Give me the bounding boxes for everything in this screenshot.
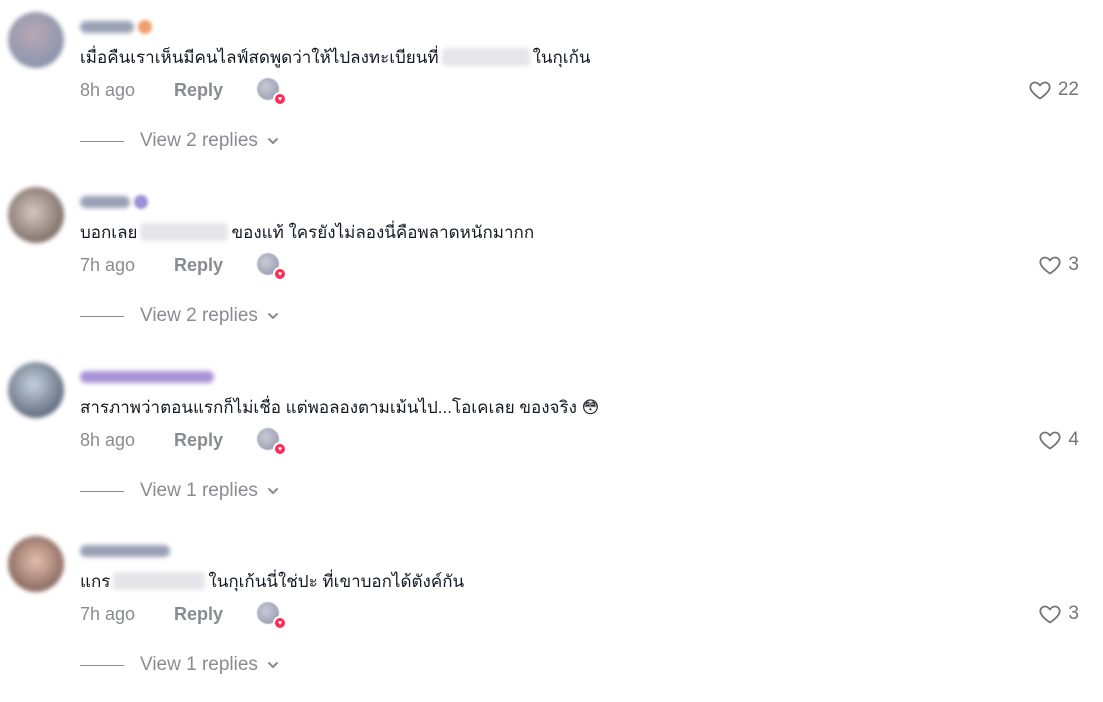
creator-liked-badge-icon: ♥ [257,78,288,106]
timestamp: 7h ago [80,254,136,275]
comment-meta: 8h ago Reply ♥ [80,426,288,456]
reply-button[interactable]: Reply [174,604,223,625]
like-count: 22 [1057,79,1079,100]
reply-button[interactable]: Reply [174,80,223,101]
divider [80,664,124,666]
divider [80,315,124,317]
comment-text: แกร ในกุเก้นนี่ใช่ปะ ที่เขาบอกได้ตังค์กัน [80,572,465,591]
avatar[interactable] [8,362,64,418]
username[interactable] [80,366,214,388]
creator-liked-badge-icon: ♥ [257,428,288,456]
username-blurred [80,545,170,557]
avatar[interactable] [8,187,64,243]
emoji-icon [138,20,152,34]
like-count: 3 [1068,254,1079,275]
username[interactable] [80,540,170,562]
like-button[interactable]: 3 [1038,251,1079,279]
comment-text: สารภาพว่าตอนแรกก็ไม่เชื่อ แต่พอลองตามเม้… [80,398,600,417]
divider [80,140,124,142]
username-blurred [80,21,134,33]
like-count: 3 [1068,603,1079,624]
comment-item: สารภาพว่าตอนแรกก็ไม่เชื่อ แต่พอลองตามเม้… [0,350,1103,525]
username[interactable] [80,191,148,213]
creator-liked-badge-icon: ♥ [257,602,288,630]
comment-meta: 7h ago Reply ♥ [80,251,288,281]
comment-item: แกร ในกุเก้นนี่ใช่ปะ ที่เขาบอกได้ตังค์กัน… [0,524,1103,699]
heart-outline-icon [1039,256,1061,275]
like-button[interactable]: 4 [1038,426,1079,454]
redacted-text [441,48,530,66]
comment-text: บอกเลย ของแท้ ใครยังไม่ลองนี่คือพลาดหนักม… [80,223,535,242]
like-button[interactable]: 22 [1028,76,1079,104]
avatar[interactable] [8,536,64,592]
timestamp: 8h ago [80,79,136,100]
view-replies-button[interactable]: View 2 replies [80,303,280,329]
heart-outline-icon [1039,605,1061,624]
username-blurred [80,371,214,383]
timestamp: 8h ago [80,429,136,450]
view-replies-label: View 2 replies [140,305,258,326]
redacted-text [140,223,229,241]
comment-item: บอกเลย ของแท้ ใครยังไม่ลองนี่คือพลาดหนักม… [0,175,1103,350]
comment-item: เมื่อคืนเราเห็นมีคนไลฟ์สดพูดว่าให้ไปลงทะ… [0,0,1103,175]
avatar[interactable] [8,12,64,68]
view-replies-button[interactable]: View 2 replies [80,128,280,154]
like-count: 4 [1068,429,1079,450]
emoji-icon [134,195,148,209]
username[interactable] [80,16,152,38]
comment-meta: 8h ago Reply ♥ [80,76,288,106]
heart-outline-icon [1029,81,1051,100]
view-replies-button[interactable]: View 1 replies [80,478,280,504]
timestamp: 7h ago [80,603,136,624]
like-button[interactable]: 3 [1038,600,1079,628]
username-blurred [80,196,130,208]
chevron-down-icon [267,138,278,144]
redacted-text [113,572,206,590]
chevron-down-icon [267,313,278,319]
creator-liked-badge-icon: ♥ [257,253,288,281]
view-replies-label: View 1 replies [140,480,258,501]
chevron-down-icon [267,662,278,668]
heart-outline-icon [1039,431,1061,450]
reply-button[interactable]: Reply [174,255,223,276]
chevron-down-icon [267,488,278,494]
comment-meta: 7h ago Reply ♥ [80,600,288,630]
view-replies-label: View 2 replies [140,130,258,151]
view-replies-label: View 1 replies [140,654,258,675]
divider [80,490,124,492]
comment-text: เมื่อคืนเราเห็นมีคนไลฟ์สดพูดว่าให้ไปลงทะ… [80,48,591,67]
reply-button[interactable]: Reply [174,430,223,451]
view-replies-button[interactable]: View 1 replies [80,652,280,678]
